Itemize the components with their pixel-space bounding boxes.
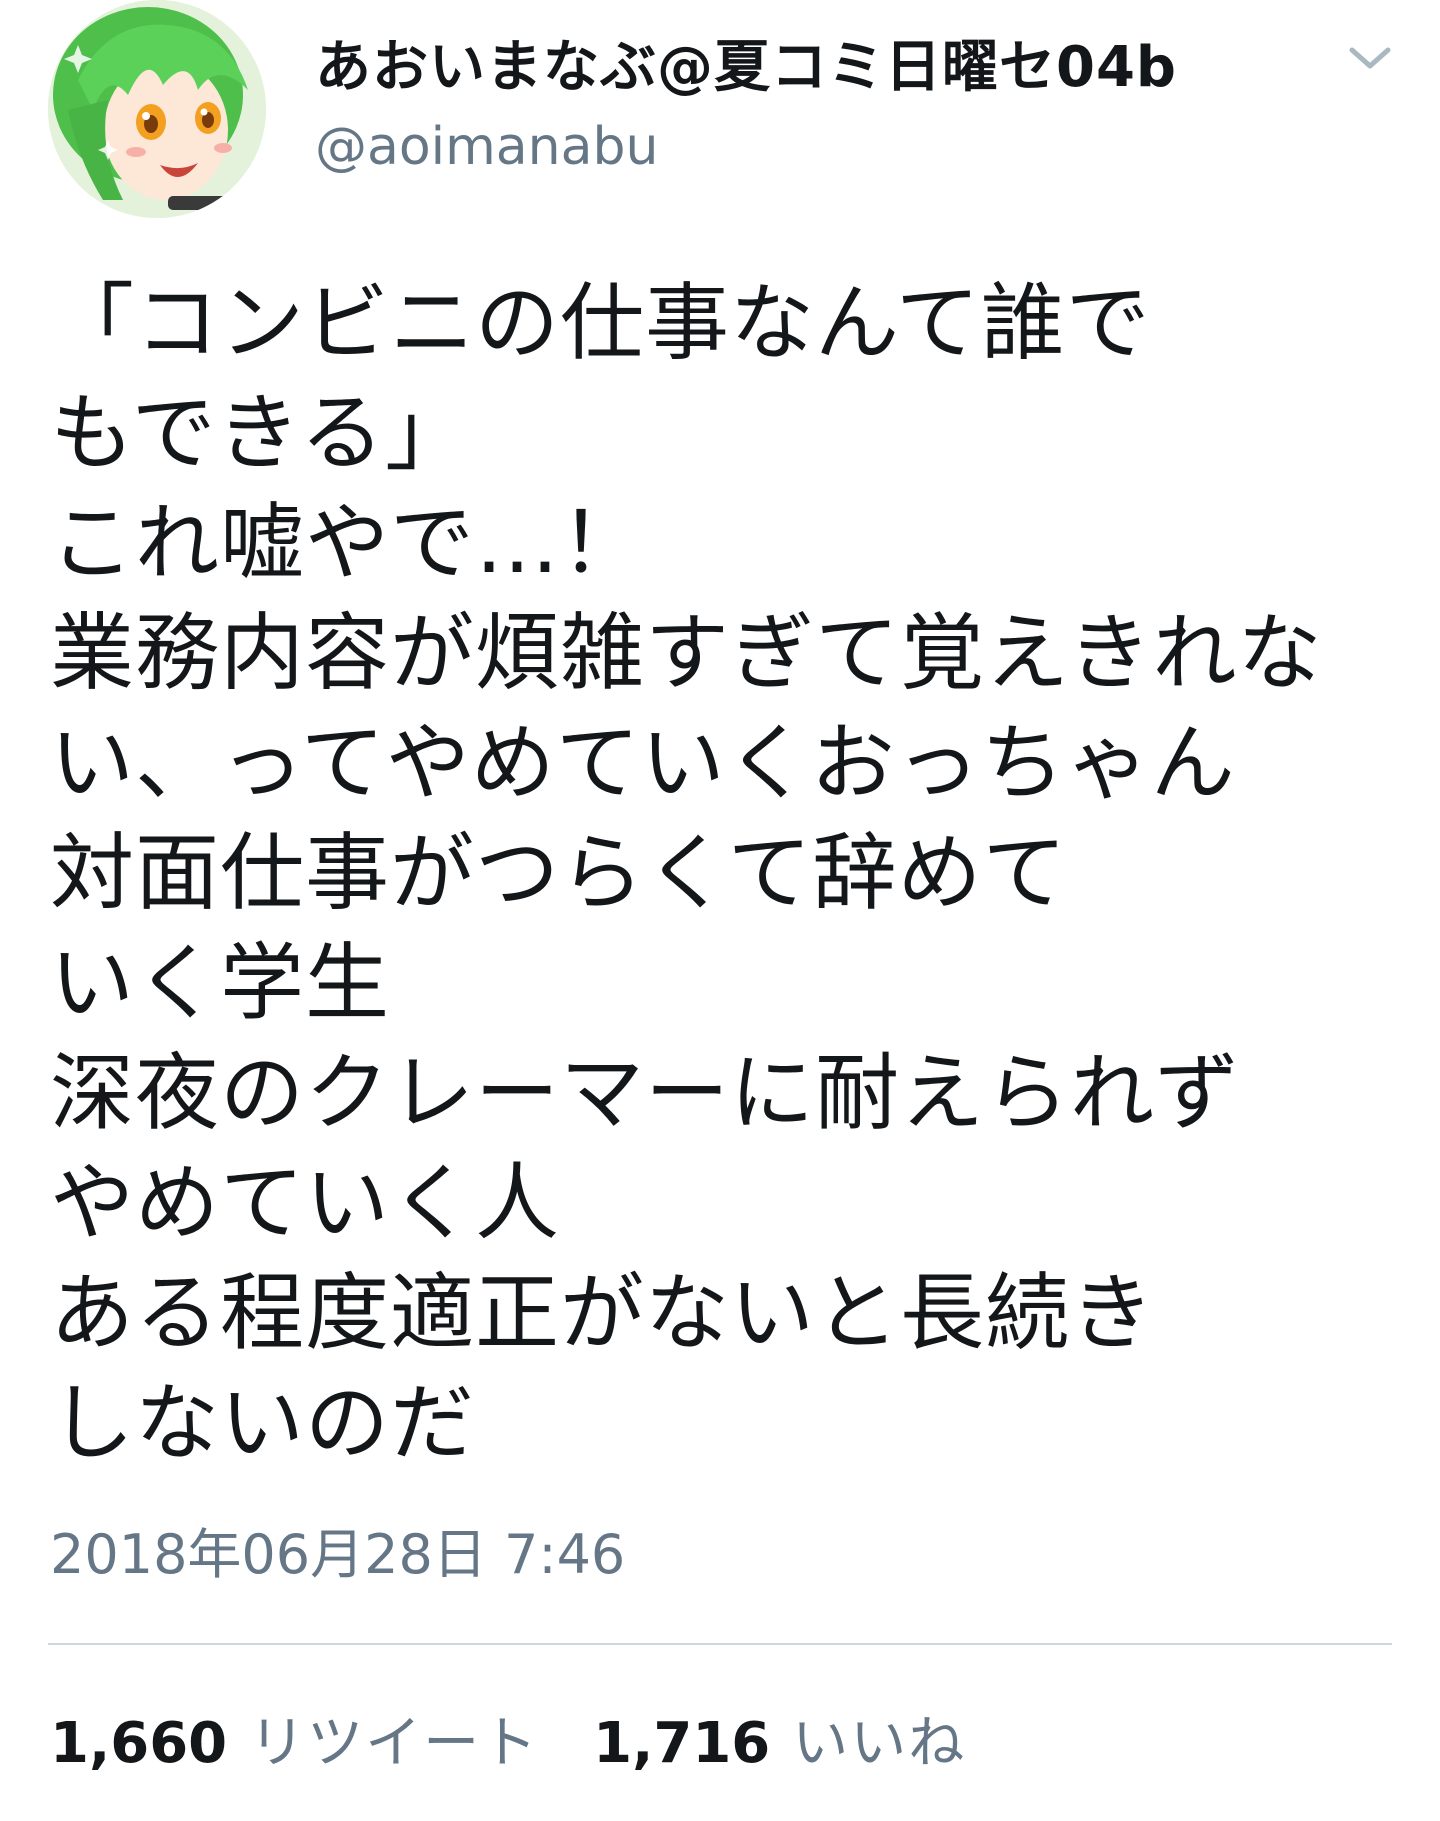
tweet-text-line: これ嘘やで…！ bbox=[50, 494, 646, 592]
chevron-down-icon bbox=[1349, 47, 1391, 69]
retweet-count: 1,660 bbox=[50, 1710, 228, 1776]
retweet-label: リツイート bbox=[249, 1710, 540, 1776]
anime-avatar-icon bbox=[48, 0, 266, 218]
tweet-text-line: 深夜のクレーマーに耐えられず bbox=[50, 1044, 1241, 1142]
tweet-text-line: 対面仕事がつらくて辞めて bbox=[50, 824, 1068, 922]
tweet-stats: 1,660 リツイート 1,716 いいね bbox=[50, 1698, 1020, 1778]
like-label: いいね bbox=[792, 1710, 967, 1776]
user-handle[interactable]: @aoimanabu bbox=[315, 112, 1215, 182]
tweet-text-line: もできる」 bbox=[50, 384, 470, 482]
tweet-timestamp[interactable]: 2018年06月28日 7:46 bbox=[50, 1520, 625, 1590]
tweet-text-line: 「コンビニの仕事なんて誰で bbox=[50, 274, 1151, 372]
tweet-card: あおいまなぶ@夏コミ日曜セ04b @aoimanabu 「コンビニの仕事なんて誰… bbox=[0, 0, 1440, 1821]
like-stat[interactable]: 1,716 いいね bbox=[593, 1698, 966, 1779]
tweet-text-line: いく学生 bbox=[50, 934, 391, 1032]
like-count: 1,716 bbox=[593, 1710, 771, 1776]
tweet-text-line: 業務内容が煩雑すぎて覚えきれな bbox=[50, 604, 1323, 702]
avatar[interactable] bbox=[48, 0, 266, 218]
display-name[interactable]: あおいまなぶ@夏コミ日曜セ04b bbox=[315, 28, 1215, 108]
tweet-menu-button[interactable] bbox=[1342, 38, 1398, 78]
retweet-stat[interactable]: 1,660 リツイート bbox=[50, 1698, 539, 1779]
divider bbox=[48, 1643, 1392, 1645]
tweet-header: あおいまなぶ@夏コミ日曜セ04b @aoimanabu bbox=[48, 0, 1398, 230]
tweet-text-line: しないのだ bbox=[50, 1374, 476, 1472]
tweet-text-line: い、ってやめていくおっちゃん bbox=[50, 714, 1236, 812]
tweet-text-line: ある程度適正がないと長続き bbox=[50, 1264, 1156, 1362]
user-block: あおいまなぶ@夏コミ日曜セ04b @aoimanabu bbox=[315, 28, 1215, 182]
tweet-text-line: やめていく人 bbox=[50, 1154, 561, 1252]
tweet-text: 「コンビニの仕事なんて誰で もできる」 これ嘘やで…！ 業務内容が煩雑すぎて覚え… bbox=[50, 268, 1390, 1478]
